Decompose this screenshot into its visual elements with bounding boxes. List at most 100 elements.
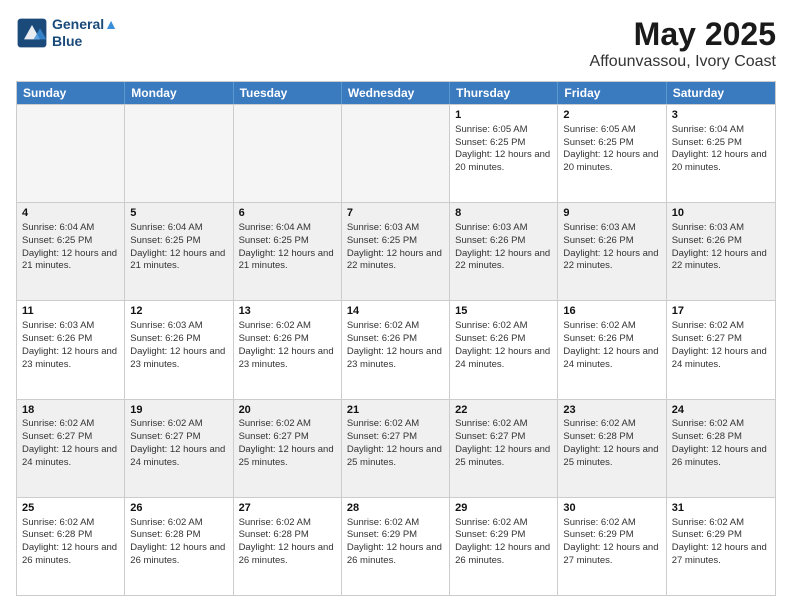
day-number: 21 [347,403,444,418]
day-header-tuesday: Tuesday [234,82,342,104]
sunset-text: Sunset: 6:28 PM [672,431,742,442]
sunrise-text: Sunrise: 6:03 AM [22,320,94,331]
daylight-text: Daylight: 12 hours and 26 minutes. [672,444,767,468]
calendar-cell: 10Sunrise: 6:03 AMSunset: 6:26 PMDayligh… [667,203,775,300]
sunset-text: Sunset: 6:25 PM [347,235,417,246]
sunset-text: Sunset: 6:25 PM [563,137,633,148]
day-number: 25 [22,501,119,516]
main-title: May 2025 [590,16,776,53]
day-number: 10 [672,206,770,221]
calendar-cell: 30Sunrise: 6:02 AMSunset: 6:29 PMDayligh… [558,498,666,595]
calendar-row-4: 18Sunrise: 6:02 AMSunset: 6:27 PMDayligh… [17,399,775,497]
sunrise-text: Sunrise: 6:02 AM [672,418,744,429]
day-number: 6 [239,206,336,221]
daylight-text: Daylight: 12 hours and 23 minutes. [130,346,225,370]
day-number: 1 [455,108,552,123]
calendar-cell [17,105,125,202]
sunrise-text: Sunrise: 6:02 AM [563,517,635,528]
calendar-row-2: 4Sunrise: 6:04 AM Sunset: 6:25 PM Daylight… [17,202,775,300]
sunset-text: Sunset: 6:27 PM [672,333,742,344]
sunset-text: Sunset: 6:26 PM [672,235,742,246]
sunset-text: Sunset: 6:26 PM [347,333,417,344]
sunset-text: Sunset: 6:25 PM [22,235,92,246]
sunrise-text: Sunrise: 6:03 AM [130,320,202,331]
calendar-cell: 13Sunrise: 6:02 AMSunset: 6:26 PMDayligh… [234,301,342,398]
day-number: 5 [130,206,227,221]
sunrise-text: Sunrise: 6:02 AM [22,418,94,429]
daylight-text: Daylight: 12 hours and 22 minutes. [672,248,767,272]
day-number: 12 [130,304,227,319]
calendar-row-3: 11Sunrise: 6:03 AMSunset: 6:26 PMDayligh… [17,300,775,398]
day-number: 4 [22,206,119,221]
day-number: 18 [22,403,119,418]
sunset-text: Sunset: 6:26 PM [455,333,525,344]
daylight-text: Daylight: 12 hours and 26 minutes. [22,542,117,566]
sunrise-text: Sunrise: 6:05 AM [455,124,527,135]
sunset-text: Sunset: 6:27 PM [130,431,200,442]
day-number: 2 [563,108,660,123]
sunset-text: Sunset: 6:28 PM [239,529,309,540]
sunrise-text: Sunrise: 6:04 AM [22,222,94,233]
logo-icon [16,17,48,49]
header: General▲ Blue May 2025 Affounvassou, Ivo… [16,16,776,71]
sunrise-text: Sunrise: 6:02 AM [455,320,527,331]
day-number: 29 [455,501,552,516]
calendar-row-5: 25 Sunrise: 6:02 AM Sunset: 6:28 PM Dayligh… [17,497,775,595]
calendar-cell: 21Sunrise: 6:02 AMSunset: 6:27 PMDayligh… [342,400,450,497]
sunset-text: Sunset: 6:29 PM [672,529,742,540]
sunrise-text: Sunrise: 6:05 AM [563,124,635,135]
sunrise-text: Sunrise: 6:02 AM [130,418,202,429]
sunrise-text: Sunrise: 6:02 AM [563,320,635,331]
day-number: 11 [22,304,119,319]
day-number: 7 [347,206,444,221]
sunset-text: Sunset: 6:26 PM [22,333,92,344]
calendar-cell: 25Sunrise: 6:02 AMSunset: 6:28 PMDayligh… [17,498,125,595]
day-number: 31 [672,501,770,516]
logo-line2: Blue [52,33,118,50]
daylight-text: Daylight: 12 hours and 25 minutes. [239,444,334,468]
calendar-cell [125,105,233,202]
sunset-text: Sunset: 6:28 PM [563,431,633,442]
calendar-cell: 11Sunrise: 6:03 AM Sunset: 6:26 PM Dayligh… [17,301,125,398]
daylight-text: Daylight: 12 hours and 23 minutes. [22,346,117,370]
calendar-cell: 3Sunrise: 6:04 AMSunset: 6:25 PMDaylight… [667,105,775,202]
day-number: 9 [563,206,660,221]
day-header-wednesday: Wednesday [342,82,450,104]
daylight-text: Daylight: 12 hours and 21 minutes. [130,248,225,272]
calendar-cell: 24Sunrise: 6:02 AMSunset: 6:28 PMDayligh… [667,400,775,497]
title-block: May 2025 Affounvassou, Ivory Coast [590,16,776,71]
day-number: 19 [130,403,227,418]
sunrise-text: Sunrise: 6:02 AM [455,418,527,429]
calendar-cell: 17Sunrise: 6:02 AMSunset: 6:27 PMDayligh… [667,301,775,398]
calendar-cell: 23Sunrise: 6:02 AMSunset: 6:28 PMDayligh… [558,400,666,497]
sunrise-text: Sunrise: 6:02 AM [455,517,527,528]
daylight-text: Daylight: 12 hours and 24 minutes. [563,346,658,370]
day-number: 26 [130,501,227,516]
daylight-text: Daylight: 12 hours and 24 minutes. [130,444,225,468]
calendar-cell: 29Sunrise: 6:02 AMSunset: 6:29 PMDayligh… [450,498,558,595]
calendar-body: 1Sunrise: 6:05 AMSunset: 6:25 PMDaylight… [17,104,775,595]
daylight-text: Daylight: 12 hours and 21 minutes. [239,248,334,272]
day-number: 15 [455,304,552,319]
sunset-text: Sunset: 6:26 PM [455,235,525,246]
sunset-text: Sunset: 6:28 PM [130,529,200,540]
logo-text: General▲ Blue [52,16,118,50]
sunset-text: Sunset: 6:27 PM [22,431,92,442]
calendar-cell: 22Sunrise: 6:02 AMSunset: 6:27 PMDayligh… [450,400,558,497]
calendar-cell: 8Sunrise: 6:03 AMSunset: 6:26 PMDaylight… [450,203,558,300]
sunset-text: Sunset: 6:29 PM [347,529,417,540]
sunset-text: Sunset: 6:29 PM [563,529,633,540]
calendar-cell: 31Sunrise: 6:02 AMSunset: 6:29 PMDayligh… [667,498,775,595]
daylight-text: Daylight: 12 hours and 24 minutes. [22,444,117,468]
calendar-cell: 4Sunrise: 6:04 AM Sunset: 6:25 PM Daylight… [17,203,125,300]
calendar-cell: 5Sunrise: 6:04 AMSunset: 6:25 PMDaylight… [125,203,233,300]
calendar-cell: 9Sunrise: 6:03 AMSunset: 6:26 PMDaylight… [558,203,666,300]
sunrise-text: Sunrise: 6:04 AM [672,124,744,135]
sunrise-text: Sunrise: 6:02 AM [347,320,419,331]
daylight-text: Daylight: 12 hours and 21 minutes. [22,248,117,272]
daylight-text: Daylight: 12 hours and 22 minutes. [347,248,442,272]
sunset-text: Sunset: 6:29 PM [455,529,525,540]
day-number: 20 [239,403,336,418]
calendar-cell: 7Sunrise: 6:03 AMSunset: 6:25 PMDaylight… [342,203,450,300]
calendar-row-1: 1Sunrise: 6:05 AMSunset: 6:25 PMDaylight… [17,104,775,202]
